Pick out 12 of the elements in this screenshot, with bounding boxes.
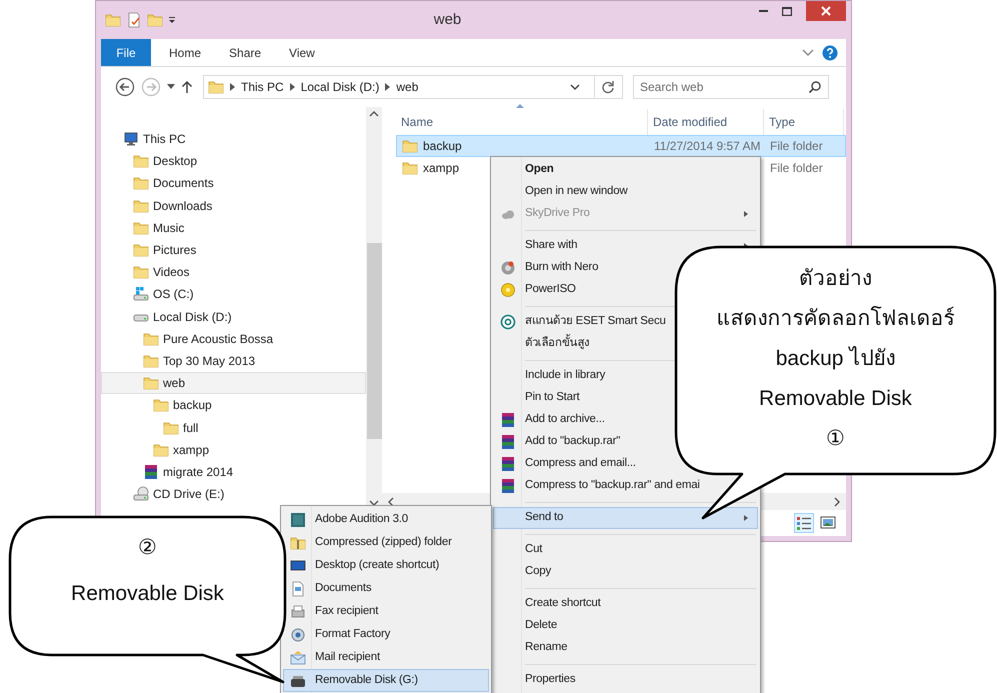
table-cell-text: File folder <box>769 138 824 155</box>
callout-text: Removable Disk <box>758 386 913 412</box>
callout-text: ① <box>825 426 846 452</box>
callout-text: backup ไปยัง <box>774 346 896 372</box>
callout-text: ตัวอย่าง <box>798 266 873 292</box>
table-cell-text: File folder <box>769 160 824 177</box>
table-cell-text: 11/27/2014 9:57 AM <box>653 138 762 155</box>
window-title: web <box>434 10 462 28</box>
callout-text: ② <box>137 535 158 560</box>
callout-text: Removable Disk <box>70 581 225 606</box>
callout-text: แสดงการคัดลอกโฟลเดอร์ <box>716 306 956 332</box>
file-name-cell: backup <box>397 137 649 155</box>
